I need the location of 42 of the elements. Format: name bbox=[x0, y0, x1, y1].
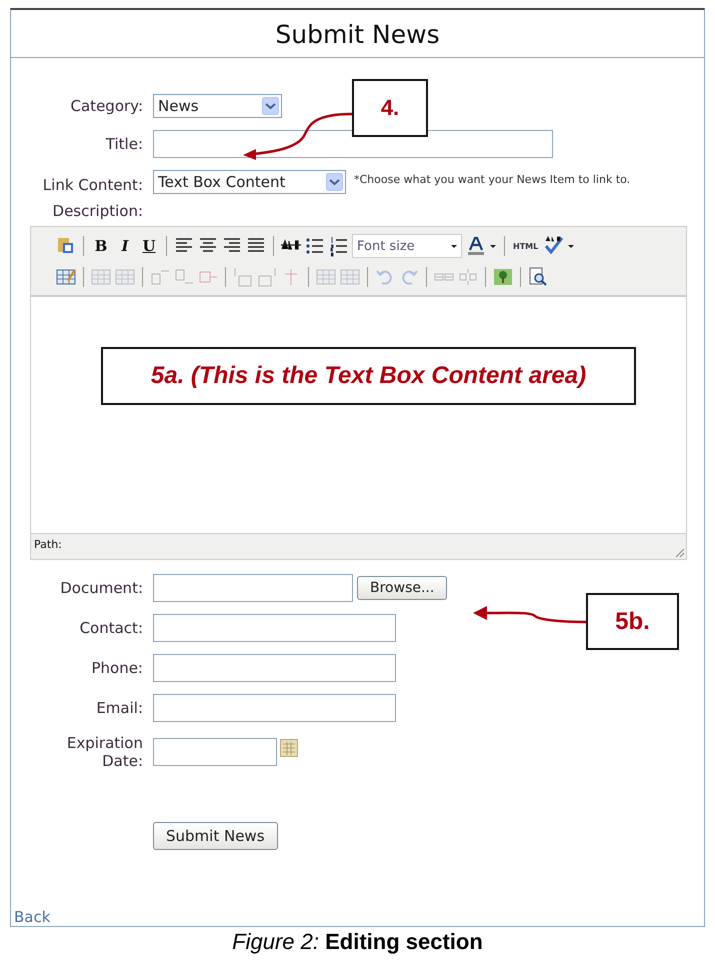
font-size-select[interactable]: Font size bbox=[352, 234, 462, 258]
italic-button[interactable]: I bbox=[114, 235, 136, 257]
preview-button[interactable] bbox=[527, 266, 549, 288]
field-label: Email: bbox=[95, 699, 143, 717]
callout-box: 4. bbox=[352, 79, 428, 137]
field-label: Expiration Date: bbox=[66, 734, 143, 770]
text-field[interactable] bbox=[153, 694, 396, 722]
caret-icon bbox=[568, 244, 574, 248]
hint-text: *Choose what you want your News Item to link to. bbox=[354, 172, 632, 187]
submit-button[interactable]: Submit News bbox=[153, 822, 278, 850]
underline-button[interactable]: U bbox=[138, 235, 160, 257]
callout-box: 5b. bbox=[586, 593, 679, 650]
preview-icon bbox=[527, 266, 549, 288]
field-label: Description: bbox=[52, 202, 143, 220]
text-field[interactable] bbox=[153, 614, 396, 642]
figure-caption: Figure 2: Editing section bbox=[231, 928, 484, 955]
field-label: Category: bbox=[70, 97, 143, 115]
image-icon bbox=[492, 266, 514, 288]
text-field[interactable] bbox=[153, 654, 396, 682]
field-label: Phone: bbox=[90, 659, 143, 677]
link-content-select[interactable]: Text Box Content bbox=[153, 170, 346, 194]
category-select[interactable]: News bbox=[153, 94, 282, 118]
date-field[interactable] bbox=[153, 738, 277, 766]
title-field[interactable] bbox=[153, 130, 553, 158]
callout-box: 5a. (This is the Text Box Content area) bbox=[101, 347, 636, 405]
caret-icon bbox=[451, 244, 457, 248]
field-label: Document: bbox=[59, 579, 143, 597]
field-label: Title: bbox=[104, 135, 143, 153]
browse-button[interactable]: Browse... bbox=[357, 576, 448, 600]
page-title: Submit News bbox=[11, 10, 704, 58]
path-label: Path: bbox=[34, 538, 62, 551]
calendar-icon[interactable] bbox=[280, 739, 298, 757]
bold-button[interactable]: B bbox=[90, 235, 112, 257]
field-label: Link Content: bbox=[42, 175, 143, 194]
image-button[interactable] bbox=[492, 266, 514, 288]
caret-icon bbox=[490, 244, 496, 248]
document-field[interactable] bbox=[153, 574, 353, 602]
field-label: Contact: bbox=[78, 619, 143, 637]
spellcheck-button[interactable] bbox=[542, 235, 576, 257]
back-link[interactable]: Back bbox=[14, 908, 50, 926]
resize-handle-icon[interactable] bbox=[675, 548, 685, 558]
html-button[interactable]: HTML bbox=[511, 235, 540, 257]
